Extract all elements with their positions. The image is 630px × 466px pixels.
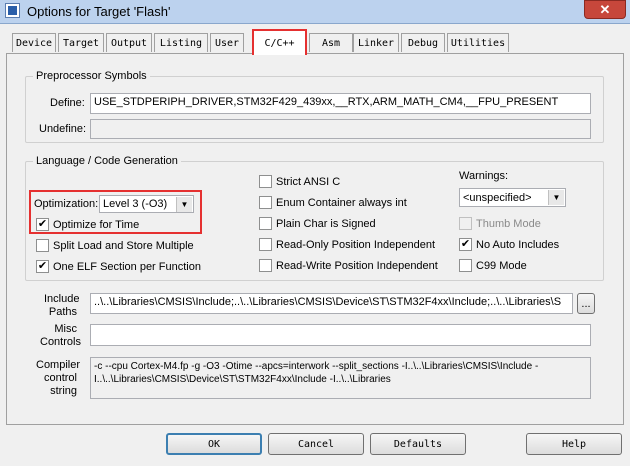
ok-button[interactable]: OK <box>166 433 262 455</box>
close-icon: ✕ <box>599 1 611 17</box>
cancel-button[interactable]: Cancel <box>268 433 364 455</box>
include-paths-label-2: Paths <box>48 306 77 318</box>
undefine-label: Undefine: <box>39 123 87 135</box>
tab-debug[interactable]: Debug <box>401 33 445 52</box>
rwpi-checkbox[interactable] <box>259 259 272 272</box>
close-button[interactable]: ✕ <box>584 0 626 19</box>
rwpi-label: Read-Write Position Independent <box>276 260 438 272</box>
compiler-control-line-1: -c --cpu Cortex-M4.fp -g -O3 -Otime --ap… <box>94 361 539 372</box>
misc-controls-field[interactable] <box>90 324 591 346</box>
help-button[interactable]: Help <box>526 433 622 455</box>
warnings-select[interactable]: <unspecified> ▼ <box>459 188 566 207</box>
thumb-mode-checkbox[interactable] <box>459 217 472 230</box>
compiler-control-label-1: Compiler <box>36 359 81 371</box>
enum-container-label: Enum Container always int <box>276 197 407 209</box>
undefine-field[interactable] <box>90 119 591 139</box>
preprocessor-legend: Preprocessor Symbols <box>33 70 150 82</box>
tab-c-cpp[interactable]: C/C++ <box>252 29 307 55</box>
codegen-legend: Language / Code Generation <box>33 155 181 167</box>
split-load-store-label: Split Load and Store Multiple <box>53 240 194 252</box>
plain-char-signed-checkbox[interactable] <box>259 217 272 230</box>
tab-target[interactable]: Target <box>58 33 104 52</box>
ropi-checkbox[interactable] <box>259 238 272 251</box>
c99-mode-label: C99 Mode <box>476 260 527 272</box>
tab-asm[interactable]: Asm <box>309 33 353 52</box>
compiler-control-line-2: I..\..\Libraries\CMSIS\Device\ST\STM32F4… <box>94 374 391 385</box>
tab-linker[interactable]: Linker <box>353 33 399 52</box>
one-elf-section-checkbox[interactable]: ✔ <box>36 260 49 273</box>
misc-controls-label-2: Controls <box>40 336 81 348</box>
strict-ansi-c-checkbox[interactable] <box>259 175 272 188</box>
defaults-button[interactable]: Defaults <box>370 433 466 455</box>
optimization-value: Level 3 (-O3) <box>103 198 168 210</box>
optimize-for-time-label: Optimize for Time <box>53 219 140 231</box>
title-bar: Options for Target 'Flash' ✕ <box>0 0 630 24</box>
optimize-for-time-checkbox[interactable]: ✔ <box>36 218 49 231</box>
tab-user[interactable]: User <box>210 33 244 52</box>
optimization-select[interactable]: Level 3 (-O3) ▼ <box>99 195 194 213</box>
define-field[interactable]: USE_STDPERIPH_DRIVER,STM32F429_439xx,__R… <box>90 93 591 114</box>
ropi-label: Read-Only Position Independent <box>276 239 435 251</box>
window-title: Options for Target 'Flash' <box>27 4 171 19</box>
define-label: Define: <box>50 97 85 109</box>
no-auto-includes-label: No Auto Includes <box>476 239 560 251</box>
c99-mode-checkbox[interactable] <box>459 259 472 272</box>
compiler-control-label-2: control <box>43 372 77 384</box>
misc-controls-label-1: Misc <box>54 323 77 335</box>
tab-output[interactable]: Output <box>106 33 152 52</box>
optimization-label: Optimization: <box>34 198 99 210</box>
chevron-down-icon: ▼ <box>548 190 564 205</box>
include-paths-label-1: Include <box>44 293 80 305</box>
split-load-store-checkbox[interactable] <box>36 239 49 252</box>
enum-container-checkbox[interactable] <box>259 196 272 209</box>
tab-device[interactable]: Device <box>12 33 56 52</box>
no-auto-includes-checkbox[interactable]: ✔ <box>459 238 472 251</box>
tab-listing[interactable]: Listing <box>154 33 208 52</box>
thumb-mode-label: Thumb Mode <box>476 218 541 230</box>
include-paths-field[interactable]: ..\..\Libraries\CMSIS\Include;..\..\Libr… <box>90 293 573 314</box>
strict-ansi-c-label: Strict ANSI C <box>276 176 341 188</box>
compiler-control-string: -c --cpu Cortex-M4.fp -g -O3 -Otime --ap… <box>90 357 591 399</box>
include-paths-browse-button[interactable]: ... <box>577 293 595 314</box>
chevron-down-icon: ▼ <box>176 197 192 212</box>
compiler-control-label-3: string <box>50 385 77 397</box>
app-icon <box>5 3 20 18</box>
warnings-value: <unspecified> <box>463 191 532 204</box>
warnings-label: Warnings: <box>459 170 509 182</box>
tab-utilities[interactable]: Utilities <box>447 33 509 52</box>
one-elf-section-label: One ELF Section per Function <box>53 261 201 273</box>
plain-char-signed-label: Plain Char is Signed <box>276 218 376 230</box>
